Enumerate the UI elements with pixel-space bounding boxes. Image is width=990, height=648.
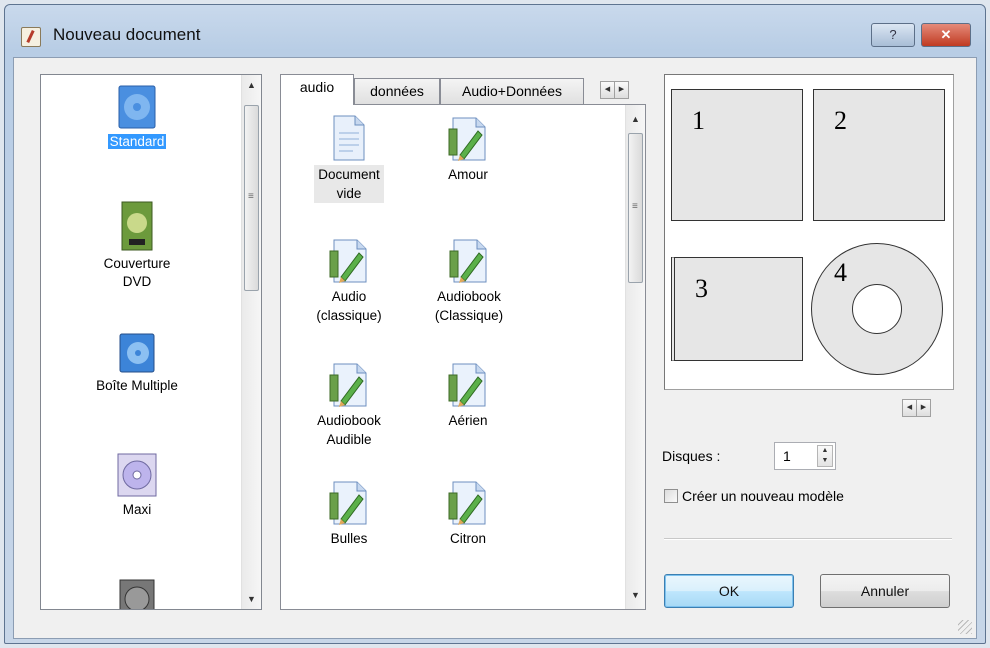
maxi-cd-icon: [117, 453, 157, 497]
scroll-down-button[interactable]: ▼: [242, 589, 261, 609]
scroll-down-button[interactable]: ▼: [626, 585, 645, 605]
list-item-label: Couverture DVD: [103, 256, 171, 289]
template-edit-icon: [448, 481, 486, 525]
template-edit-icon: [449, 239, 487, 283]
template-edit-icon: [448, 117, 486, 161]
disques-value[interactable]: 1: [783, 448, 791, 464]
title-bar[interactable]: Nouveau document ? ✕: [5, 5, 985, 57]
template-label: Citron: [449, 531, 486, 546]
template-item[interactable]: Audiobook (Classique): [419, 237, 519, 325]
template-grid[interactable]: Document vide Amour Audio (classique) Au…: [280, 104, 646, 610]
left-list-scrollbar[interactable]: ▲ ▼: [241, 75, 261, 609]
preview-next-button[interactable]: ▶: [916, 399, 931, 417]
template-item[interactable]: Aérien: [423, 361, 513, 430]
spin-buttons[interactable]: ▲ ▼: [817, 445, 833, 467]
template-label: Bulles: [330, 531, 368, 546]
list-item-multi-box[interactable]: Boîte Multiple: [41, 333, 233, 395]
preview-prev-button[interactable]: ◀: [902, 399, 917, 417]
template-edit-icon: [329, 239, 367, 283]
scroll-up-button[interactable]: ▲: [626, 109, 645, 129]
list-item-standard[interactable]: Standard: [41, 85, 233, 151]
template-item[interactable]: Bulles: [301, 479, 397, 548]
blank-document-icon: [333, 115, 365, 161]
standard-case-icon: [118, 85, 156, 129]
tab-donnees[interactable]: données: [354, 78, 440, 104]
multi-box-icon: [119, 333, 155, 373]
tab-scroll-arrows: ◀ ▶: [600, 78, 629, 99]
template-label: Audio (classique): [316, 289, 382, 323]
template-label: Aérien: [448, 413, 488, 428]
document-type-list[interactable]: Standard Couverture DVD Boîte Multiple M…: [40, 74, 262, 610]
disques-label: Disques :: [662, 448, 721, 464]
template-edit-icon: [329, 481, 367, 525]
template-edit-icon: [448, 363, 486, 407]
layout-preview: 1 2 3 4: [664, 74, 954, 390]
template-label: Amour: [448, 167, 488, 182]
template-item[interactable]: Citron: [423, 479, 513, 548]
template-edit-icon: [329, 363, 367, 407]
help-button[interactable]: ?: [871, 23, 915, 47]
list-item-disc-case[interactable]: [41, 579, 233, 609]
disques-stepper[interactable]: 1 ▲ ▼: [774, 442, 836, 470]
window-title: Nouveau document: [53, 25, 201, 44]
list-item-label: Standard: [107, 134, 167, 149]
template-label: Audiobook (Classique): [434, 289, 504, 323]
scroll-thumb[interactable]: [628, 133, 643, 283]
ok-button[interactable]: OK: [664, 574, 794, 608]
new-template-row[interactable]: Créer un nouveau modèle: [664, 488, 844, 504]
template-item[interactable]: Audiobook Audible: [301, 361, 397, 449]
preview-disc-4: 4: [811, 243, 943, 375]
tab-scroll-left-button[interactable]: ◀: [600, 81, 615, 99]
template-item[interactable]: Amour: [423, 115, 513, 184]
tab-audio[interactable]: audio: [280, 74, 354, 105]
tab-audio-donnees[interactable]: Audio+Données: [440, 78, 584, 104]
preview-panel-2: 2: [813, 89, 945, 221]
separator: [664, 538, 952, 540]
template-grid-scrollbar[interactable]: ▲ ▼: [625, 105, 645, 609]
preview-nav-arrows: ◀ ▶: [902, 396, 931, 417]
template-label: Document vide: [314, 165, 384, 203]
disc-case-icon: [119, 579, 155, 609]
dialog-client-area: Standard Couverture DVD Boîte Multiple M…: [13, 57, 977, 639]
template-label: Audiobook Audible: [317, 413, 381, 447]
app-icon: [21, 27, 41, 47]
dialog-window: Nouveau document ? ✕ Standard Couverture…: [4, 4, 986, 644]
list-item-dvd-cover[interactable]: Couverture DVD: [41, 201, 233, 291]
resize-grip[interactable]: [958, 620, 972, 634]
tab-scroll-right-button[interactable]: ▶: [614, 81, 629, 99]
preview-panel-3: 3: [671, 257, 803, 361]
new-template-checkbox[interactable]: [664, 489, 678, 503]
cancel-button[interactable]: Annuler: [820, 574, 950, 608]
list-item-label: Maxi: [122, 502, 152, 517]
template-item[interactable]: Audio (classique): [301, 237, 397, 325]
list-item-maxi[interactable]: Maxi: [41, 453, 233, 519]
preview-panel-1: 1: [671, 89, 803, 221]
template-item[interactable]: Document vide: [301, 115, 397, 203]
scroll-thumb[interactable]: [244, 105, 259, 291]
close-button[interactable]: ✕: [921, 23, 971, 47]
list-item-label: Boîte Multiple: [96, 378, 178, 393]
scroll-up-button[interactable]: ▲: [242, 75, 261, 95]
new-template-label: Créer un nouveau modèle: [682, 488, 844, 504]
dvd-cover-icon: [121, 201, 153, 251]
